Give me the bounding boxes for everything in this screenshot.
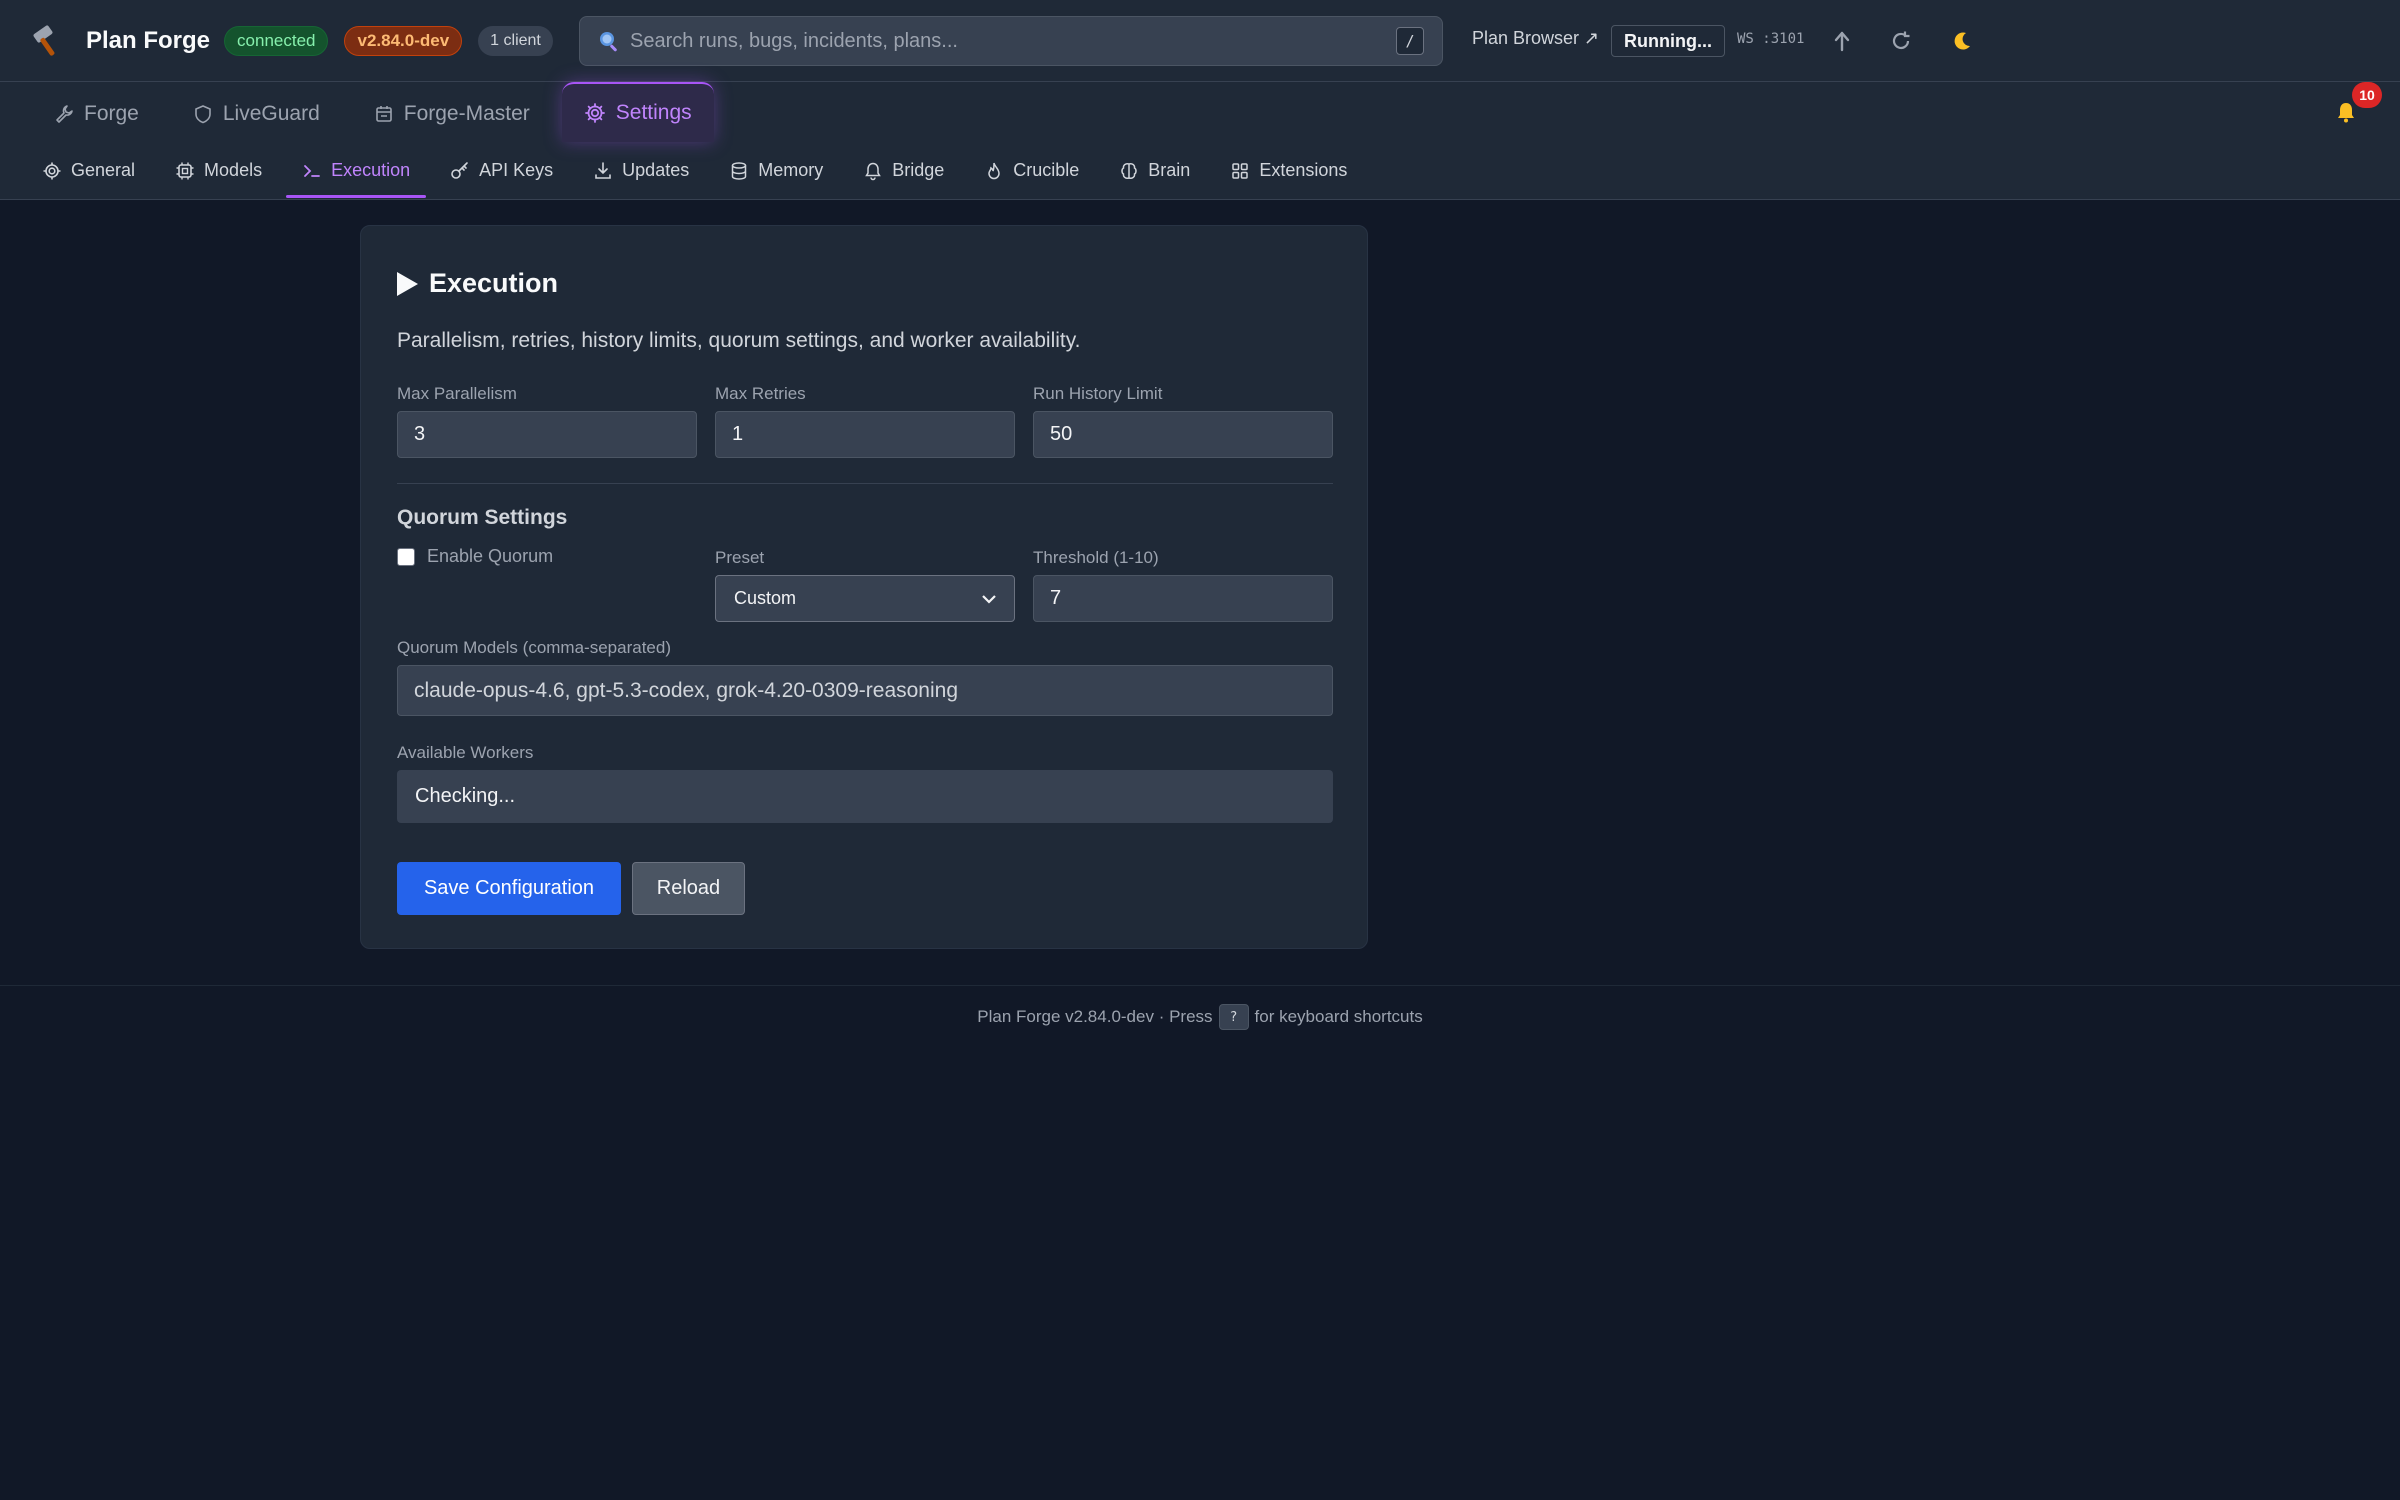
subtab-execution[interactable]: Execution: [286, 148, 427, 198]
subtab-label: Crucible: [1013, 160, 1080, 180]
download-icon: [595, 161, 611, 179]
subtab-label: API Keys: [479, 160, 554, 180]
subtab-memory[interactable]: Memory: [713, 148, 839, 194]
plan-browser-link[interactable]: Plan Browser ↗: [1472, 28, 1599, 49]
subtab-label: Models: [204, 160, 263, 180]
enable-quorum-checkbox[interactable]: [397, 547, 415, 566]
wrench-icon: [56, 105, 73, 123]
max-retries-input[interactable]: [715, 411, 1015, 458]
tab-label: Settings: [615, 101, 692, 124]
gear-icon: [43, 162, 61, 179]
execution-settings-card: Execution Parallelism, retries, history …: [360, 225, 1368, 949]
bell-icon: [865, 162, 882, 180]
quorum-models-label: Quorum Models (comma-separated): [397, 638, 671, 657]
preset-label: Preset: [715, 548, 765, 567]
subtab-label: Brain: [1148, 160, 1191, 180]
search-icon: [598, 30, 620, 52]
subtab-bridge[interactable]: Bridge: [847, 148, 960, 194]
subtab-extensions[interactable]: Extensions: [1214, 148, 1363, 194]
execution-title: Execution: [429, 268, 559, 298]
run-history-label: Run History Limit: [1033, 384, 1163, 403]
app-header: Plan Forge connected v2.84.0-dev 1 clien…: [0, 0, 2400, 82]
card-title: Execution: [397, 268, 558, 299]
refresh-icon[interactable]: [1886, 26, 1916, 56]
running-status-button[interactable]: Running...: [1611, 25, 1725, 57]
quorum-section-title: Quorum Settings: [397, 506, 568, 529]
database-icon: [731, 161, 747, 180]
key-icon: [451, 161, 468, 179]
tab-label: Forge: [84, 102, 139, 125]
tab-liveguard[interactable]: LiveGuard: [171, 86, 342, 142]
subtab-brain[interactable]: Brain: [1103, 148, 1206, 194]
available-workers-label: Available Workers: [397, 743, 534, 762]
search-input[interactable]: [630, 29, 1396, 53]
card-description: Parallelism, retries, history limits, qu…: [397, 329, 1081, 352]
upload-icon[interactable]: [1827, 26, 1857, 56]
section-divider: [397, 483, 1333, 484]
hammer-icon: [28, 21, 68, 61]
search-shortcut-key: /: [1396, 27, 1424, 55]
footer-suffix: for keyboard shortcuts: [1254, 1007, 1423, 1026]
enable-quorum-row: Enable Quorum: [397, 546, 553, 567]
save-configuration-button[interactable]: Save Configuration: [397, 862, 621, 915]
subtab-updates[interactable]: Updates: [577, 148, 705, 194]
notification-count-badge: 10: [2352, 82, 2382, 108]
max-retries-label: Max Retries: [715, 384, 806, 403]
subtab-api-keys[interactable]: API Keys: [434, 148, 569, 194]
version-badge: v2.84.0-dev: [344, 25, 463, 56]
bell-icon[interactable]: [2334, 100, 2358, 129]
footer: Plan Forge v2.84.0-dev · Press ? for key…: [0, 1004, 2400, 1030]
threshold-input[interactable]: [1033, 575, 1333, 622]
chevron-down-icon: [982, 594, 996, 604]
max-parallelism-label: Max Parallelism: [397, 384, 517, 403]
quorum-models-input[interactable]: [397, 665, 1333, 716]
grid-icon: [1232, 162, 1249, 179]
shield-icon: [195, 105, 211, 124]
tab-label: LiveGuard: [222, 102, 320, 125]
footer-prefix: Plan Forge v2.84.0-dev · Press: [977, 1007, 1213, 1026]
tab-forge-master[interactable]: Forge-Master: [352, 86, 552, 142]
run-history-input[interactable]: [1033, 411, 1333, 458]
moon-icon[interactable]: [1947, 26, 1977, 56]
tab-label: Forge-Master: [403, 102, 530, 125]
available-workers-status: Checking...: [397, 770, 1333, 823]
subtab-label: Bridge: [892, 160, 945, 180]
clients-badge: 1 client: [478, 25, 553, 56]
subtab-label: Updates: [622, 160, 690, 180]
global-search[interactable]: /: [579, 16, 1443, 66]
preset-selected-value: Custom: [734, 588, 797, 608]
gear-icon: [584, 103, 605, 123]
subtab-label: General: [71, 160, 136, 180]
main-tabs: Forge LiveGuard Forge-Master Settings 10: [0, 82, 2400, 142]
brain-icon: [1121, 162, 1138, 179]
tab-settings[interactable]: Settings: [561, 82, 714, 142]
app-title: Plan Forge: [86, 26, 211, 54]
shortcut-help-key: ?: [1218, 1004, 1249, 1030]
preset-select[interactable]: Custom: [715, 575, 1015, 622]
footer-divider: [0, 985, 2400, 986]
subtab-label: Memory: [758, 160, 824, 180]
terminal-icon: [304, 164, 320, 177]
subtab-models[interactable]: Models: [159, 148, 278, 194]
websocket-port-label: WS :3101: [1737, 31, 1805, 47]
connection-status-badge: connected: [224, 25, 329, 56]
chip-icon: [176, 162, 194, 179]
threshold-label: Threshold (1-10): [1033, 548, 1159, 567]
enable-quorum-label: Enable Quorum: [427, 546, 554, 566]
reload-button[interactable]: Reload: [632, 862, 745, 915]
flame-icon: [988, 162, 1001, 179]
settings-subtabs: General Models Execution API Keys Update…: [0, 142, 2400, 200]
subtab-general[interactable]: General: [26, 148, 151, 194]
calendar-icon: [375, 106, 392, 122]
subtab-label: Extensions: [1259, 160, 1348, 180]
tab-forge[interactable]: Forge: [32, 86, 161, 142]
play-icon: [397, 271, 418, 296]
subtab-label: Execution: [331, 160, 411, 180]
subtab-crucible[interactable]: Crucible: [968, 148, 1095, 194]
max-parallelism-input[interactable]: [397, 411, 697, 458]
